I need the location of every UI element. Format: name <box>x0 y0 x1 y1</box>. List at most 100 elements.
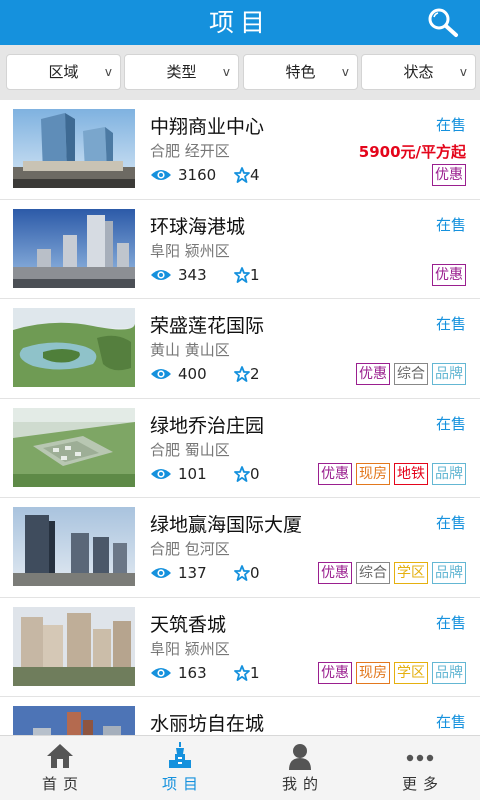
sale-status: 在售 <box>435 514 466 532</box>
app-screen: 项目 区域 v 类型 v 特色 v 状态 v 中翔商业中心 合肥 经开区 316… <box>0 0 480 800</box>
eye-icon <box>151 667 171 678</box>
nav-label: 首页 <box>41 775 84 793</box>
sale-status: 在售 <box>435 215 466 234</box>
project-name: 天筑香城 <box>150 613 227 636</box>
star-icon <box>234 167 250 183</box>
nav-more[interactable]: 更多 <box>360 736 480 800</box>
project-list-item[interactable]: 中翔商业中心 合肥 经开区 3160 4 在售 5900元/平方起 优惠 <box>0 100 480 200</box>
project-list-item[interactable]: 绿地赢海国际大厦 合肥 包河区 137 0 在售 品牌 学区 综合 优惠 <box>0 498 480 598</box>
tag-discount: 优惠 <box>432 164 466 186</box>
sale-status: 在售 <box>435 414 466 433</box>
feature-tags: 品牌 综合 优惠 <box>356 363 466 385</box>
views-count: 101 <box>178 464 207 483</box>
project-name: 绿地赢海国际大厦 <box>150 514 303 536</box>
commercial-towers-photo <box>13 109 135 188</box>
project-location: 阜阳 颍州区 <box>150 241 230 260</box>
star-icon <box>234 664 250 681</box>
project-thumbnail <box>13 706 135 735</box>
tag-discount: 优惠 <box>318 462 352 485</box>
views-count: 3160 <box>178 166 217 184</box>
tag-metro: 地铁 <box>394 462 428 485</box>
header-bar: 项目 <box>0 0 480 45</box>
project-price: 5900元/平方起 <box>358 143 466 161</box>
project-list-item[interactable]: 天筑香城 阜阳 颍州区 163 1 在售 品牌 学区 现房 优惠 <box>0 597 480 697</box>
aerial-lake-resort-photo <box>13 308 135 387</box>
residential-blocks-photo <box>13 606 135 686</box>
favorites-count: 0 <box>250 564 260 582</box>
eye-icon <box>151 568 171 578</box>
filter-label: 状态 <box>403 63 434 81</box>
project-list-item[interactable]: 荣盛莲花国际 黄山 黄山区 400 2 在售 品牌 综合 优惠 <box>0 299 480 399</box>
tag-discount: 优惠 <box>432 263 466 286</box>
project-location: 阜阳 颍州区 <box>150 639 230 658</box>
magnifier-icon <box>428 8 458 37</box>
favorites-count: 0 <box>250 464 260 483</box>
nav-label: 更多 <box>401 775 444 793</box>
nav-home[interactable]: 首页 <box>0 736 120 800</box>
nav-label: 项目 <box>161 775 204 793</box>
tag-school-district: 学区 <box>394 562 428 584</box>
project-location: 合肥 包河区 <box>150 540 230 558</box>
tag-mixed-use: 综合 <box>394 363 428 385</box>
star-icon <box>234 465 250 482</box>
views-count: 163 <box>178 663 207 682</box>
tag-mixed-use: 综合 <box>356 562 390 584</box>
tag-brand: 品牌 <box>432 363 466 385</box>
nav-label: 我的 <box>281 775 324 793</box>
office-towers-photo <box>13 507 135 586</box>
tag-discount: 优惠 <box>356 363 390 385</box>
city-skyline-photo <box>13 706 135 735</box>
project-list-item[interactable]: 环球海港城 阜阳 颍州区 343 1 在售 优惠 <box>0 199 480 299</box>
feature-tags: 品牌 学区 综合 优惠 <box>318 562 466 584</box>
filter-feature-dropdown[interactable]: 特色 v <box>243 54 358 90</box>
favorites-count: 1 <box>250 265 260 284</box>
tag-brand: 品牌 <box>432 661 466 684</box>
project-name: 绿地乔治庄园 <box>150 414 265 437</box>
more-dots-icon <box>406 754 434 762</box>
tag-ready-house: 现房 <box>356 661 390 684</box>
project-name: 荣盛莲花国际 <box>150 315 265 337</box>
project-thumbnail <box>13 109 135 188</box>
filter-label: 类型 <box>166 63 197 81</box>
project-location: 黄山 黄山区 <box>150 341 230 359</box>
user-icon <box>289 744 311 770</box>
filter-status-dropdown[interactable]: 状态 v <box>361 54 476 90</box>
bottom-navigation: 首页 项目 我的 更多 <box>0 735 480 800</box>
feature-tags: 优惠 <box>432 263 466 286</box>
filter-region-dropdown[interactable]: 区域 v <box>6 54 121 90</box>
star-icon <box>234 565 250 581</box>
highrise-complex-photo <box>13 208 135 288</box>
tag-brand: 品牌 <box>432 562 466 584</box>
project-list-item[interactable]: 水丽坊自在城 在售 <box>0 697 480 735</box>
favorites-count: 4 <box>250 166 260 184</box>
home-icon <box>47 744 73 768</box>
project-thumbnail <box>13 507 135 586</box>
nav-profile[interactable]: 我的 <box>240 736 360 800</box>
tag-brand: 品牌 <box>432 462 466 485</box>
eye-icon <box>151 170 171 180</box>
eye-icon <box>151 468 171 479</box>
sale-status: 在售 <box>435 713 466 731</box>
nav-projects[interactable]: 项目 <box>120 736 240 800</box>
sale-status: 在售 <box>435 315 466 333</box>
tag-discount: 优惠 <box>318 562 352 584</box>
filter-bar: 区域 v 类型 v 特色 v 状态 v <box>0 45 480 100</box>
project-location: 合肥 经开区 <box>150 142 230 160</box>
chevron-down-icon: v <box>222 65 230 79</box>
project-list-item[interactable]: 绿地乔治庄园 合肥 蜀山区 101 0 在售 品牌 地铁 现房 优惠 <box>0 398 480 498</box>
eye-icon <box>151 269 171 280</box>
sale-status: 在售 <box>435 116 466 134</box>
project-thumbnail <box>13 208 135 288</box>
star-icon <box>234 366 250 382</box>
star-icon <box>234 266 250 283</box>
search-button[interactable] <box>425 5 461 39</box>
project-name: 中翔商业中心 <box>150 116 265 138</box>
filter-type-dropdown[interactable]: 类型 v <box>124 54 239 90</box>
feature-tags: 品牌 地铁 现房 优惠 <box>318 462 466 485</box>
chevron-down-icon: v <box>341 65 349 79</box>
tag-ready-house: 现房 <box>356 462 390 485</box>
tag-school-district: 学区 <box>394 661 428 684</box>
project-thumbnail <box>13 407 135 487</box>
project-list[interactable]: 中翔商业中心 合肥 经开区 3160 4 在售 5900元/平方起 优惠 环球海… <box>0 100 480 735</box>
project-name: 水丽坊自在城 <box>150 713 265 735</box>
